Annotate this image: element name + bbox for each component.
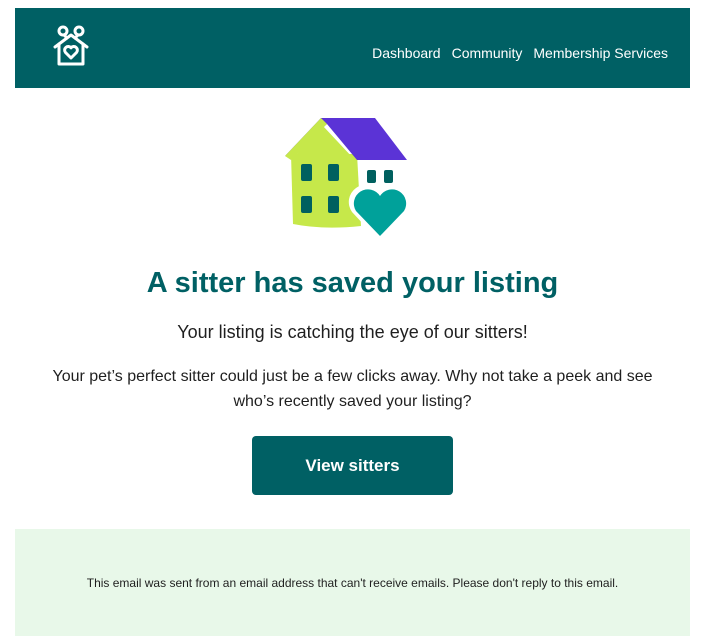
house-with-heart-illustration [283, 114, 417, 244]
footer: This email was sent from an email addres… [15, 529, 690, 636]
subheadline: Your listing is catching the eye of our … [177, 322, 528, 342]
top-navigation: Dashboard Community Membership Services [372, 44, 668, 62]
view-sitters-button[interactable]: View sitters [252, 436, 453, 495]
nav-link-membership-services[interactable]: Membership Services [533, 44, 668, 62]
nav-link-community[interactable]: Community [452, 44, 523, 62]
footer-notice: This email was sent from an email addres… [86, 576, 619, 590]
email-frame: Dashboard Community Membership Services … [0, 0, 708, 636]
body-text: Your pet’s perfect sitter could just be … [52, 368, 653, 410]
headline: A sitter has saved your listing [146, 267, 559, 299]
nav-link-dashboard[interactable]: Dashboard [372, 44, 441, 62]
house-heart-logo-icon[interactable] [50, 25, 92, 69]
header-bar: Dashboard Community Membership Services [15, 8, 690, 88]
